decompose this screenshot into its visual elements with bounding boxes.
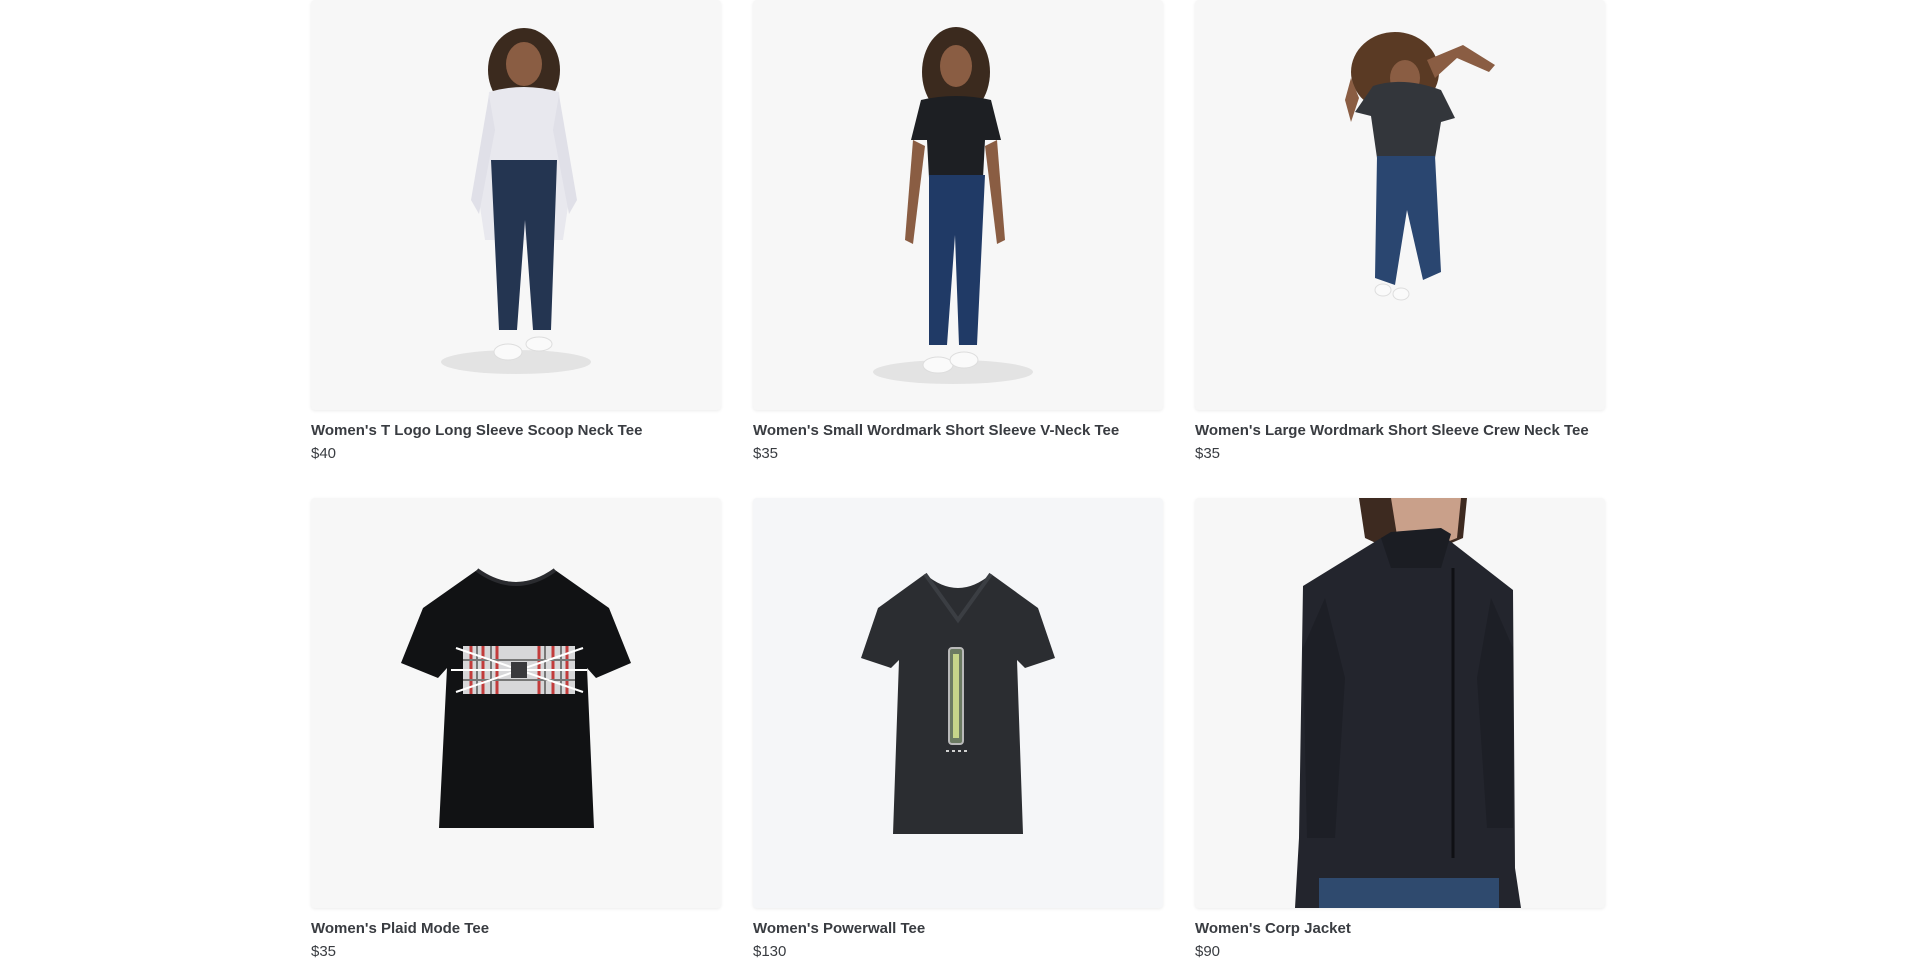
product-price: $90	[1195, 943, 1221, 960]
product-card[interactable]: Women's Powerwall Tee $130	[753, 498, 1163, 962]
product-name[interactable]: Women's Corp Jacket	[1195, 919, 1605, 939]
product-price: $40	[311, 445, 337, 462]
product-price: $35	[1195, 445, 1221, 462]
product-photo	[873, 27, 1033, 384]
product-image[interactable]	[753, 498, 1163, 908]
product-name[interactable]: Women's T Logo Long Sleeve Scoop Neck Te…	[311, 421, 721, 441]
product-image[interactable]	[311, 498, 721, 908]
product-card[interactable]: Women's Plaid Mode Tee $35	[311, 498, 721, 962]
product-photo	[1345, 32, 1495, 301]
product-image[interactable]	[311, 0, 721, 410]
product-card[interactable]: Women's Small Wordmark Short Sleeve V-Ne…	[753, 0, 1163, 464]
product-image[interactable]	[1195, 498, 1605, 908]
product-price: $130	[753, 943, 787, 960]
product-photo	[441, 28, 591, 374]
product-name[interactable]: Women's Small Wordmark Short Sleeve V-Ne…	[753, 421, 1163, 441]
product-image[interactable]	[1195, 0, 1605, 410]
product-card[interactable]: Women's T Logo Long Sleeve Scoop Neck Te…	[311, 0, 721, 464]
product-grid: Women's T Logo Long Sleeve Scoop Neck Te…	[311, 0, 1605, 962]
product-card[interactable]: Women's Large Wordmark Short Sleeve Crew…	[1195, 0, 1605, 464]
product-photo	[401, 568, 631, 828]
product-photo	[1295, 498, 1521, 908]
product-name[interactable]: Women's Plaid Mode Tee	[311, 919, 721, 939]
product-photo	[861, 572, 1055, 834]
product-card[interactable]: Women's Corp Jacket $90	[1195, 498, 1605, 962]
product-name[interactable]: Women's Powerwall Tee	[753, 919, 1163, 939]
product-price: $35	[753, 445, 779, 462]
product-image[interactable]	[753, 0, 1163, 410]
product-price: $35	[311, 943, 337, 960]
product-name[interactable]: Women's Large Wordmark Short Sleeve Crew…	[1195, 421, 1605, 441]
